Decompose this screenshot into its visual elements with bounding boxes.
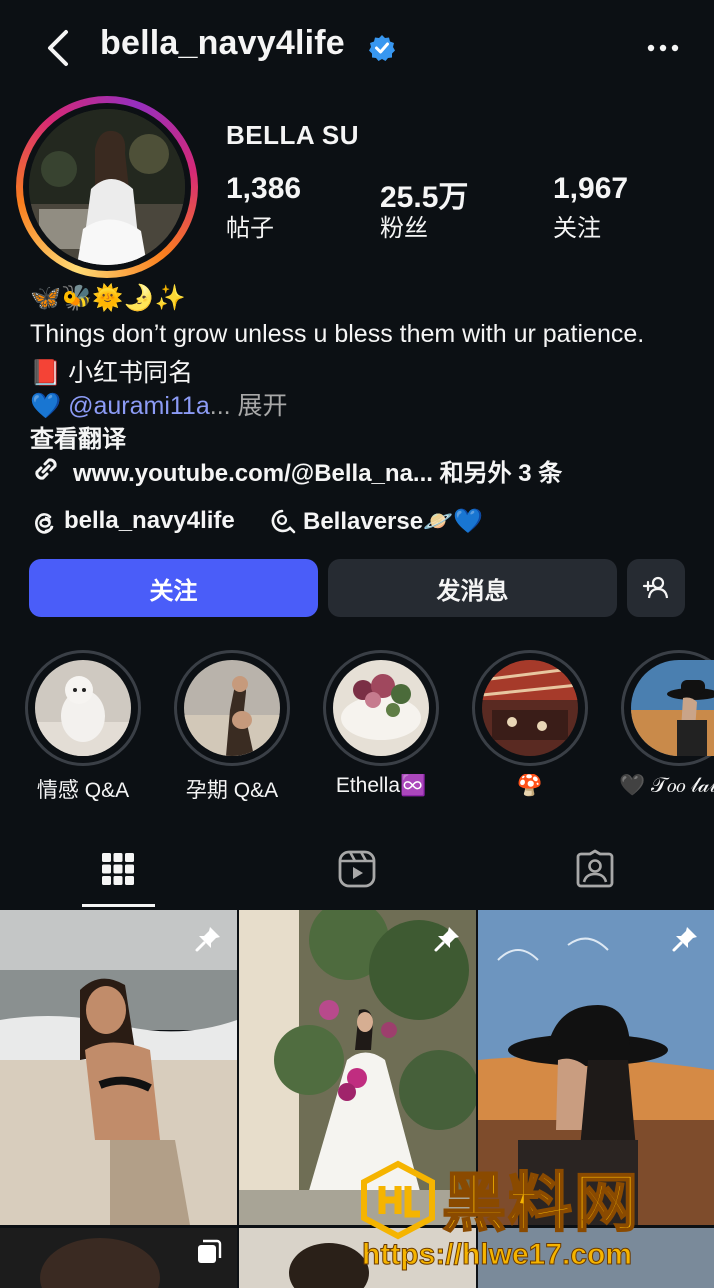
watermark: 黑料网 https://hlwe17.com bbox=[358, 1152, 714, 1280]
book-emoji: 📕 bbox=[30, 359, 62, 387]
verified-badge-icon bbox=[369, 35, 395, 61]
posts-count[interactable]: 1,386 bbox=[226, 172, 301, 206]
mention-link[interactable]: @aurami11a bbox=[68, 392, 210, 420]
highlight-label: 情感 Q&A bbox=[36, 779, 130, 802]
link-icon bbox=[35, 458, 57, 480]
display-name: BELLA SU bbox=[226, 120, 360, 150]
post-thumbnail[interactable] bbox=[0, 1228, 237, 1288]
tagged-icon[interactable] bbox=[575, 849, 615, 889]
highlight-label: Ethella♾️ bbox=[335, 774, 427, 797]
pinned-icon bbox=[195, 927, 220, 952]
bio-xiaohongshu: 📕 小红书同名 bbox=[30, 353, 193, 389]
watermark-url: https://hlwe17.com bbox=[361, 1238, 633, 1272]
bio-xhs-text: 小红书同名 bbox=[68, 359, 194, 387]
carousel-icon bbox=[198, 1239, 222, 1263]
highlight-cover-table[interactable] bbox=[333, 660, 429, 756]
bio-emoji-line: 🦋🐝🌞🌛✨ bbox=[30, 284, 186, 312]
pinned-icon bbox=[434, 927, 459, 952]
followers-label[interactable]: 粉丝 bbox=[380, 208, 428, 243]
highlight-cover-dog[interactable] bbox=[35, 660, 131, 756]
grid-icon[interactable] bbox=[98, 849, 138, 889]
active-tab-indicator bbox=[82, 904, 155, 907]
follow-button[interactable]: 关注 bbox=[29, 559, 318, 617]
message-button[interactable]: 发消息 bbox=[328, 559, 617, 617]
highlight-cover-beach[interactable] bbox=[184, 660, 280, 756]
broadcast-channel-icon bbox=[271, 509, 296, 534]
bio-mention-line: 💙 @aurami11a... 展开 bbox=[30, 386, 288, 422]
see-translation-link[interactable]: 查看翻译 bbox=[30, 419, 126, 454]
suggested-users-button[interactable] bbox=[627, 559, 685, 617]
watermark-logo-icon bbox=[361, 1160, 435, 1240]
avatar[interactable] bbox=[29, 109, 185, 265]
external-links[interactable]: www.youtube.com/@Bella_na... 和另外 3 条 bbox=[73, 453, 562, 488]
reels-icon[interactable] bbox=[337, 849, 377, 889]
pinned-icon bbox=[672, 927, 697, 952]
highlight-label: 孕期 Q&A bbox=[185, 779, 279, 802]
blue-heart-emoji: 💙 bbox=[30, 392, 62, 420]
back-arrow-icon[interactable] bbox=[40, 26, 80, 70]
more-options-icon[interactable] bbox=[646, 36, 680, 60]
following-label[interactable]: 关注 bbox=[553, 208, 601, 243]
post-thumbnail[interactable] bbox=[0, 910, 237, 1225]
posts-label[interactable]: 帖子 bbox=[226, 208, 274, 243]
highlight-label: 🖤 𝒯𝑜𝑜 𝓁𝒶𝓉𝑒 bbox=[619, 774, 714, 797]
watermark-brand: 黑料网 bbox=[441, 1166, 640, 1240]
ellipsis: ... bbox=[209, 392, 231, 420]
bio-text: Things don’t grow unless u bless them wi… bbox=[30, 320, 645, 348]
highlight-cover-restaurant[interactable] bbox=[482, 660, 578, 756]
profile-username: bella_navy4life bbox=[100, 24, 345, 62]
following-count[interactable]: 1,967 bbox=[553, 172, 628, 206]
threads-handle[interactable]: bella_navy4life bbox=[64, 507, 235, 535]
highlight-label: 🍄 bbox=[516, 774, 544, 797]
add-person-icon bbox=[642, 576, 669, 599]
threads-icon bbox=[35, 513, 54, 534]
expand-bio-button[interactable]: 展开 bbox=[238, 392, 288, 420]
broadcast-channel-name[interactable]: Bellaverse🪐💙 bbox=[303, 507, 483, 536]
